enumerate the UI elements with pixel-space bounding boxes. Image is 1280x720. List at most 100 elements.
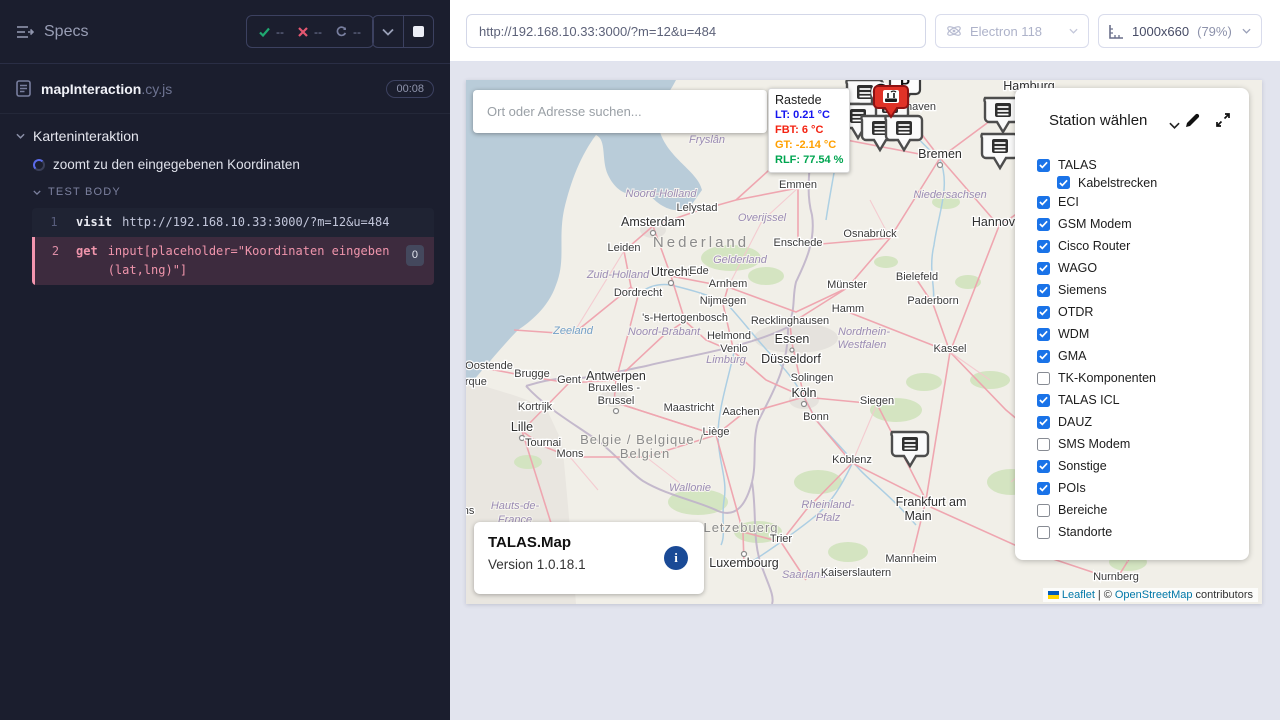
osm-link[interactable]: OpenStreetMap <box>1115 589 1193 601</box>
station-checkbox-item[interactable]: ECI <box>1037 191 1249 213</box>
checkbox-checked[interactable] <box>1057 176 1070 189</box>
suite-toggle[interactable]: Karteninteraktion <box>0 114 450 148</box>
map-label: Dunkerque <box>466 376 487 388</box>
station-panel-header: Station wählen <box>1015 88 1249 146</box>
map-label: Belgien <box>620 446 670 461</box>
stat-failed: -- <box>298 25 322 39</box>
checkbox-checked[interactable] <box>1037 240 1050 253</box>
station-checkbox-item[interactable]: DAUZ <box>1037 411 1249 433</box>
test-row[interactable]: zoomt zu den eingegebenen Koordinaten <box>0 148 450 176</box>
leaflet-link[interactable]: Leaflet <box>1062 589 1095 601</box>
station-checkbox-item[interactable]: TALAS <box>1037 154 1249 176</box>
station-marker[interactable] <box>981 134 1018 168</box>
info-icon[interactable]: i <box>664 546 688 570</box>
station-checkbox-item[interactable]: WDM <box>1037 323 1249 345</box>
map-attribution: Leaflet | © OpenStreetMap contributors <box>1043 588 1258 602</box>
station-checkbox-item[interactable]: TK-Komponenten <box>1037 367 1249 389</box>
checkbox-unchecked[interactable] <box>1037 526 1050 539</box>
checkbox-checked[interactable] <box>1037 159 1050 172</box>
map-label: Nederland <box>653 234 749 251</box>
checkbox-checked[interactable] <box>1037 262 1050 275</box>
stat-pending: -- <box>336 25 361 39</box>
map-label: Amsterdam <box>621 215 685 229</box>
map-label: Luxembourg <box>709 556 779 570</box>
station-checkbox-label: Siemens <box>1058 283 1107 297</box>
map-label: Siegen <box>860 395 894 407</box>
checkbox-checked[interactable] <box>1037 218 1050 231</box>
map-label: Wallonie <box>669 482 711 494</box>
chevron-down-icon <box>16 133 25 139</box>
command-name: get <box>76 242 98 280</box>
checkbox-checked[interactable] <box>1037 284 1050 297</box>
station-checkbox-item[interactable]: Standorte <box>1037 521 1249 543</box>
yielded-count-badge: 0 <box>406 245 424 266</box>
spec-row[interactable]: mapInteraction.cy.js 00:08 <box>0 64 450 114</box>
checkbox-checked[interactable] <box>1037 196 1050 209</box>
checkbox-checked[interactable] <box>1037 460 1050 473</box>
checkbox-checked[interactable] <box>1037 328 1050 341</box>
checkbox-checked[interactable] <box>1037 306 1050 319</box>
checkbox-checked[interactable] <box>1037 482 1050 495</box>
map-label: Bonn <box>803 411 829 423</box>
station-tooltip: Rastede LT: 0.21 °CFBT: 6 °CGT: -2.14 °C… <box>768 88 850 173</box>
url-input[interactable] <box>466 14 926 48</box>
map-label: Helmond <box>707 330 751 342</box>
station-checkbox-item[interactable]: TALAS ICL <box>1037 389 1249 411</box>
test-body-toggle[interactable]: TEST BODY <box>0 176 450 204</box>
checkbox-checked[interactable] <box>1037 394 1050 407</box>
station-checkbox-item[interactable]: GMA <box>1037 345 1249 367</box>
map-label: Oostende <box>466 360 513 372</box>
checkbox-unchecked[interactable] <box>1037 504 1050 517</box>
map-label: Düsseldorf <box>761 352 821 366</box>
station-panel: Station wählen TALASKabelstreckenECIGSM … <box>1015 88 1249 560</box>
tooltip-value-line: GT: -2.14 °C <box>775 138 843 153</box>
station-checkbox-item[interactable]: Sonstige <box>1037 455 1249 477</box>
map-label: Westfalen <box>838 339 887 351</box>
run-controls <box>372 15 434 48</box>
viewport-zoom: (79%) <box>1197 24 1232 39</box>
spec-file-icon <box>16 80 31 97</box>
stop-button[interactable] <box>403 16 433 47</box>
browser-selector[interactable]: Electron 118 <box>935 14 1089 48</box>
station-checkbox-item[interactable]: Kabelstrecken <box>1037 174 1249 191</box>
map-label: Nijmegen <box>700 295 746 307</box>
edit-pencil-icon[interactable] <box>1184 112 1201 134</box>
station-checkbox-item[interactable]: OTDR <box>1037 301 1249 323</box>
search-input[interactable] <box>473 90 767 133</box>
about-box: TALAS.Map Version 1.0.18.1 i <box>474 522 704 594</box>
checkbox-unchecked[interactable] <box>1037 372 1050 385</box>
command-row-get[interactable]: 2 get input[placeholder="Koordinaten ein… <box>32 237 434 285</box>
station-checkbox-item[interactable]: GSM Modem <box>1037 213 1249 235</box>
expand-icon[interactable] <box>1215 112 1231 133</box>
specs-list-icon[interactable] <box>16 25 34 39</box>
aut-pane: Electron 118 1000x660 (79%) <box>450 0 1280 720</box>
station-checkbox-item[interactable]: WAGO <box>1037 257 1249 279</box>
chevron-down-icon[interactable] <box>1169 116 1180 134</box>
station-checkbox-item[interactable]: Bereiche <box>1037 499 1249 521</box>
map-label: Fryslân <box>689 134 725 146</box>
specs-header: Specs -- -- -- <box>0 0 450 64</box>
station-checkbox-item[interactable]: Cisco Router <box>1037 235 1249 257</box>
checkbox-checked[interactable] <box>1037 416 1050 429</box>
command-row-visit[interactable]: 1 visit http://192.168.10.33:3000/?m=12&… <box>32 208 434 237</box>
map-label: Liège <box>703 426 730 438</box>
station-checkbox-item[interactable]: Siemens <box>1037 279 1249 301</box>
stat-passed: -- <box>259 25 284 39</box>
map-label: Recklinghausen <box>751 315 829 327</box>
viewport-selector[interactable]: 1000x660 (79%) <box>1098 14 1262 48</box>
leaflet-map[interactable]: HamburgBremerhavenBremenGroningenEmmenNi… <box>466 80 1262 604</box>
checkbox-checked[interactable] <box>1037 350 1050 363</box>
station-marker[interactable] <box>885 116 922 150</box>
map-label: Kaiserslautern <box>821 567 891 579</box>
station-panel-title[interactable]: Station wählen <box>1049 112 1147 129</box>
aut-topbar: Electron 118 1000x660 (79%) <box>450 0 1280 62</box>
checkbox-unchecked[interactable] <box>1037 438 1050 451</box>
station-checkbox-item[interactable]: SMS Modem <box>1037 433 1249 455</box>
station-marker[interactable] <box>891 432 928 466</box>
collapse-button[interactable] <box>373 16 403 47</box>
map-label: Hauts-de- <box>491 500 540 512</box>
station-checkbox-item[interactable]: POIs <box>1037 477 1249 499</box>
map-label: Nordrhein- <box>838 326 890 338</box>
suite-title: Karteninteraktion <box>33 128 139 144</box>
map-label: Overijssel <box>738 212 787 224</box>
